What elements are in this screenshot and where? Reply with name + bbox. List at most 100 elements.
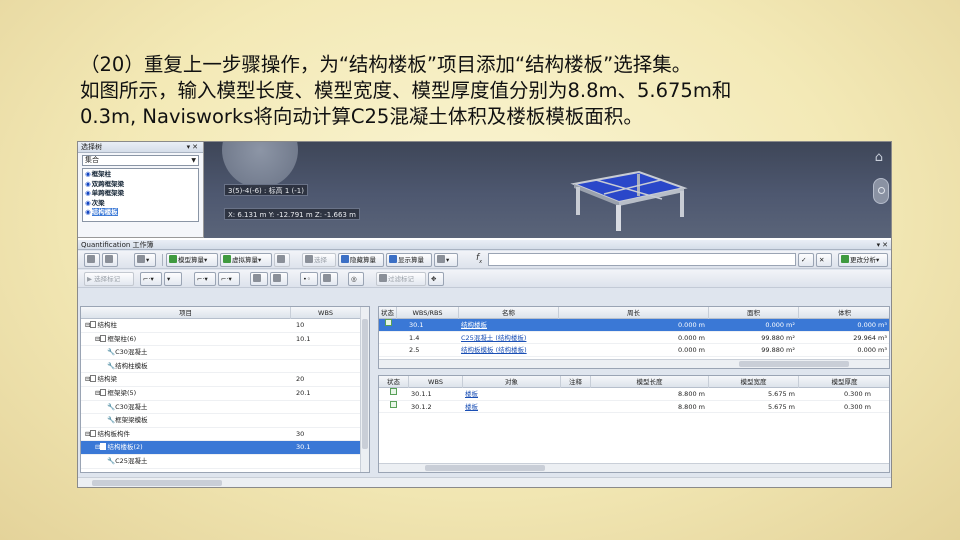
slide-text: （20）重复上一步骤操作，为“结构楼板”项目添加“结构楼板”选择集。 如图所示，… [80, 52, 910, 130]
selection-set-item[interactable]: ◉次梁 [85, 199, 196, 209]
quantification-titlebar: Quantification 工作簿 ▾✕ [78, 240, 891, 250]
quantification-toolbar-1: ▾ 模型算量▾ 虚拟算量▾ 选择 隐藏算量 显示算量 ▾ fx ✓ ✕ 更改分析… [78, 251, 891, 269]
column-header-model-thickness[interactable]: 模型厚度 [799, 376, 889, 388]
grid2-row[interactable]: 30.1.2 楼板 8.800 m 5.675 m 0.300 m [379, 400, 889, 413]
selection-set-item[interactable]: ◉双跨框架梁 [85, 180, 196, 190]
zoom-icon[interactable]: ◎ [348, 272, 364, 286]
grid1-horizontal-scrollbar[interactable] [379, 359, 889, 368]
vertex-icon[interactable]: •◦ [300, 272, 318, 286]
tree-row[interactable]: 🔧C30混凝土 [81, 401, 369, 415]
viewport-tooltip-coords: X: 6.131 m Y: -12.791 m Z: -1.663 m [224, 208, 360, 220]
panel-controls[interactable]: ▾✕ [187, 142, 200, 153]
move-icon[interactable]: ✥ [428, 272, 444, 286]
steering-wheel-icon[interactable] [873, 178, 889, 204]
selection-tree-dropdown[interactable]: 集合 ▼ [82, 155, 199, 166]
eraser-icon[interactable] [320, 272, 338, 286]
column-header-name[interactable]: 名称 [459, 307, 559, 319]
tree-row[interactable]: 🔧结构柱模板 [81, 360, 369, 374]
virtual-takeoff-button[interactable]: 虚拟算量▾ [220, 253, 272, 267]
selection-set-icon: ◉ [85, 208, 91, 216]
column-header-model-width[interactable]: 模型宽度 [709, 376, 799, 388]
selection-set-item[interactable]: ◉框架柱 [85, 170, 196, 180]
wrench-icon: 🔧 [107, 361, 116, 370]
grid1-row[interactable]: 1.4 C25混凝土 (结构楼板) 0.000 m 99.880 m² 29.9… [379, 332, 889, 344]
group-icon [100, 443, 107, 451]
grid-icon[interactable] [270, 272, 288, 286]
filter-dropdown-icon[interactable]: ▾ [164, 272, 182, 286]
tree-row[interactable]: ⊟ 框架梁(5) 20.1 [81, 387, 369, 401]
column-header-perimeter[interactable]: 周长 [559, 307, 709, 319]
change-analysis-button[interactable]: 更改分析▾ [838, 253, 888, 267]
column-header-model-length[interactable]: 模型长度 [591, 376, 709, 388]
selection-set-label: 单跨框架梁 [91, 189, 125, 197]
settings-dropdown-button[interactable]: ▾ [434, 253, 458, 267]
select-button[interactable]: 选择 [302, 253, 336, 267]
takeoff-item-tree: 项目 WBS ⊟ 结构柱 10 ⊟ 框架柱(6) 10.1 🔧C30混凝土 🔧结构柱模板… [80, 306, 370, 473]
tree-row[interactable]: ⊟ 框架柱(6) 10.1 [81, 333, 369, 347]
confirm-icon[interactable]: ✓ [798, 253, 814, 267]
select-mark-button[interactable]: ▶ 选择标记 [84, 272, 134, 286]
selection-set-label: 结构楼板 [91, 208, 118, 216]
column-header-status[interactable]: 状态 [379, 376, 409, 388]
quantification-workbook: Quantification 工作簿 ▾✕ ▾ 模型算量▾ 虚拟算量▾ 选择 隐… [78, 240, 891, 487]
column-header-volume[interactable]: 体积 [799, 307, 889, 319]
folder-icon [90, 429, 97, 437]
formula-bar[interactable] [488, 253, 796, 266]
link-icon[interactable] [274, 253, 290, 267]
new-icon[interactable] [84, 253, 100, 267]
tree-row[interactable]: 🔧C25混凝土 [81, 455, 369, 469]
tree-row[interactable]: ⊟ 结构柱 10 [81, 319, 369, 333]
selection-tree-title: 选择树 [81, 143, 102, 151]
selection-tree-titlebar: 选择树 ▾✕ [78, 142, 203, 153]
grid2-row[interactable]: 30.1.1 楼板 8.800 m 5.675 m 0.300 m [379, 388, 889, 401]
folder-icon [90, 375, 97, 383]
markup-dropdown-button[interactable]: ⌐·▾ [140, 272, 162, 286]
grid2-horizontal-scrollbar[interactable] [379, 463, 889, 472]
bucket-fill-icon[interactable] [250, 272, 268, 286]
fx-icon: fx [476, 253, 483, 265]
tree-row[interactable]: ⊟ 结构板构件 30 [81, 428, 369, 442]
column-header-wbs-rbs[interactable]: WBS/RBS [397, 307, 459, 319]
selection-set-item[interactable]: ◉单跨框架梁 [85, 189, 196, 199]
wrench-icon: 🔧 [107, 416, 116, 425]
tree-row[interactable]: 🔧框架梁模板 [81, 414, 369, 428]
wrench-icon: 🔧 [107, 402, 116, 411]
column-header-object[interactable]: 对象 [463, 376, 561, 388]
selection-set-item-selected[interactable]: ◉结构楼板 [85, 208, 196, 218]
cancel-icon[interactable]: ✕ [816, 253, 832, 267]
3d-viewport[interactable]: 3(5)-4(-6) : 标高 1 (-1) X: 6.131 m Y: -12… [204, 142, 891, 238]
tree-row[interactable]: 🔧C30混凝土 [81, 346, 369, 360]
viewport-tooltip-grid: 3(5)-4(-6) : 标高 1 (-1) [224, 184, 308, 196]
tree-row-selected[interactable]: ⊟ 结构楼板(2) 30.1 [81, 441, 369, 455]
selection-tree-dropdown-value: 集合 [85, 156, 99, 164]
panel-controls[interactable]: ▾✕ [877, 240, 890, 250]
column-header-item[interactable]: 项目 [81, 307, 291, 319]
column-header-area[interactable]: 面积 [709, 307, 799, 319]
column-header-status[interactable]: 状态 [379, 307, 397, 319]
workbook-horizontal-scrollbar[interactable] [78, 477, 891, 487]
grid1-row-selected[interactable]: 30.1 结构楼板 0.000 m 0.000 m² 0.000 m³ [379, 319, 889, 332]
wrench-icon[interactable] [102, 253, 118, 267]
column-header-wbs[interactable]: WBS [291, 307, 361, 319]
filter-mark-button[interactable]: 过滤标记 [376, 272, 426, 286]
viewcube-compass[interactable] [222, 142, 298, 188]
area-dropdown-button[interactable]: ⌐·▾ [194, 272, 216, 286]
item-resource-grid: 状态 WBS/RBS 名称 周长 面积 体积 30.1 结构楼板 0.000 m… [378, 306, 890, 369]
navisworks-screenshot: 选择树 ▾✕ 集合 ▼ ◉框架柱 ◉双跨框架梁 ◉单跨框架梁 ◉次梁 ◉结构楼板… [77, 141, 892, 488]
show-takeoff-button[interactable]: 显示算量 [386, 253, 432, 267]
polyline-dropdown-button[interactable]: ⌐·▾ [218, 272, 240, 286]
folder-icon [90, 321, 97, 328]
column-header-wbs[interactable]: WBS [409, 376, 463, 388]
structure-model[interactable] [544, 154, 694, 234]
group-icon [100, 334, 107, 342]
hide-takeoff-button[interactable]: 隐藏算量 [338, 253, 384, 267]
home-icon[interactable]: ⌂ [875, 150, 883, 165]
chevron-down-icon: ▼ [191, 157, 196, 164]
view-dropdown-button[interactable]: ▾ [134, 253, 156, 267]
tree-vertical-scrollbar[interactable] [360, 307, 369, 472]
tree-row[interactable]: ⊟ 结构梁 20 [81, 373, 369, 387]
model-takeoff-button[interactable]: 模型算量▾ [166, 253, 218, 267]
quantification-toolbar-2: ▶ 选择标记 ⌐·▾ ▾ ⌐·▾ ⌐·▾ •◦ ◎ 过滤标记 ✥ [78, 270, 891, 288]
grid1-row[interactable]: 2.5 结构板模板 (结构楼板) 0.000 m 99.880 m² 0.000… [379, 344, 889, 357]
column-header-note[interactable]: 注释 [561, 376, 591, 388]
